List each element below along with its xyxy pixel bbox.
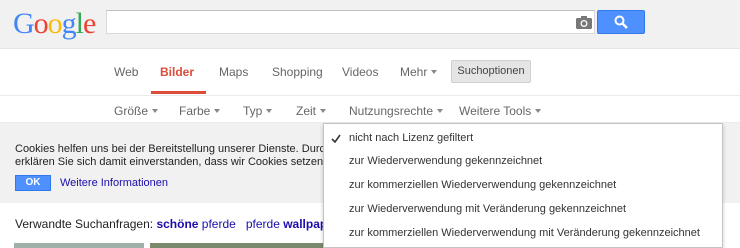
cookie-ok-button[interactable]: OK (15, 175, 51, 191)
related-link-bold: schöne (156, 217, 199, 231)
tab-mehr[interactable]: Mehr (400, 65, 438, 79)
tool-label: Zeit (296, 104, 317, 118)
chevron-down-icon (152, 109, 159, 113)
cookie-text: Cookies helfen uns bei der Bereitstellun… (15, 143, 325, 169)
tool-weitere-tools[interactable]: Weitere Tools (459, 104, 542, 118)
search-box (106, 10, 595, 34)
chevron-down-icon (320, 109, 327, 113)
tool-zeit[interactable]: Zeit (296, 104, 327, 118)
checkmark-icon (331, 134, 341, 143)
chevron-down-icon (535, 109, 542, 113)
tool-nutzungsrechte[interactable]: Nutzungsrechte (349, 104, 444, 118)
tab-shopping[interactable]: Shopping (272, 65, 323, 79)
tool-groesse[interactable]: Größe (114, 104, 159, 118)
image-results-strip (14, 243, 324, 248)
image-thumbnail[interactable] (150, 243, 324, 248)
menu-item-kommerziell-veraenderung[interactable]: zur kommerziellen Wiederverwendung mit V… (349, 227, 700, 239)
related-searches: Verwandte Suchanfragen: schöne pferde pf… (15, 217, 365, 231)
chevron-down-icon (266, 109, 273, 113)
magnifier-icon (614, 15, 628, 29)
search-input[interactable] (111, 12, 575, 34)
top-bar: Google (0, 0, 740, 49)
cookie-text-line: erklären Sie sich damit einverstanden, d… (15, 156, 325, 168)
google-logo[interactable]: Google (13, 7, 96, 41)
logo-letter: e (83, 7, 96, 40)
logo-letter: g (61, 7, 77, 40)
chevron-down-icon (431, 70, 438, 74)
tool-label: Nutzungsrechte (349, 104, 434, 118)
tool-farbe[interactable]: Farbe (179, 104, 221, 118)
active-tab-indicator (151, 91, 206, 94)
tool-label: Größe (114, 104, 149, 118)
related-label: Verwandte Suchanfragen: (15, 217, 154, 231)
tool-label: Farbe (179, 104, 211, 118)
logo-letter: o (47, 7, 63, 40)
menu-item-kommerziell[interactable]: zur kommerziellen Wiederverwendung geken… (349, 179, 616, 191)
logo-letter: G (13, 7, 35, 40)
related-link-text: pferde (245, 217, 284, 231)
usage-rights-menu: nicht nach Lizenz gefiltert zur Wiederve… (323, 123, 723, 248)
search-type-nav: Web Bilder Maps Shopping Videos Mehr (0, 49, 740, 96)
search-options-button[interactable]: Suchoptionen (451, 60, 531, 83)
tool-label: Weitere Tools (459, 104, 532, 118)
menu-item-wiederverwendung[interactable]: zur Wiederverwendung gekennzeichnet (349, 155, 542, 167)
tab-mehr-label: Mehr (400, 65, 428, 79)
tool-label: Typ (243, 104, 263, 118)
tab-videos[interactable]: Videos (342, 65, 378, 79)
tab-bilder[interactable]: Bilder (160, 65, 194, 79)
more-info-link[interactable]: Weitere Informationen (60, 177, 168, 189)
chevron-down-icon (437, 109, 444, 113)
tool-typ[interactable]: Typ (243, 104, 273, 118)
search-tools-bar: Größe Farbe Typ Zeit Nutzungsrechte Weit… (0, 96, 740, 122)
related-link-text: pferde (198, 217, 236, 231)
menu-item-veraenderung[interactable]: zur Wiederverwendung mit Veränderung gek… (349, 203, 626, 215)
camera-icon[interactable] (576, 15, 592, 29)
logo-letter: o (33, 7, 49, 40)
search-button[interactable] (597, 10, 645, 34)
chevron-down-icon (214, 109, 221, 113)
tab-maps[interactable]: Maps (219, 65, 248, 79)
image-thumbnail[interactable] (14, 243, 144, 248)
menu-item-nicht-gefiltert[interactable]: nicht nach Lizenz gefiltert (349, 132, 473, 144)
cookie-text-line: Cookies helfen uns bei der Bereitstellun… (15, 143, 325, 155)
logo-letter: l (75, 7, 84, 40)
related-link[interactable]: schöne pferde (156, 217, 235, 231)
tab-web[interactable]: Web (114, 65, 138, 79)
